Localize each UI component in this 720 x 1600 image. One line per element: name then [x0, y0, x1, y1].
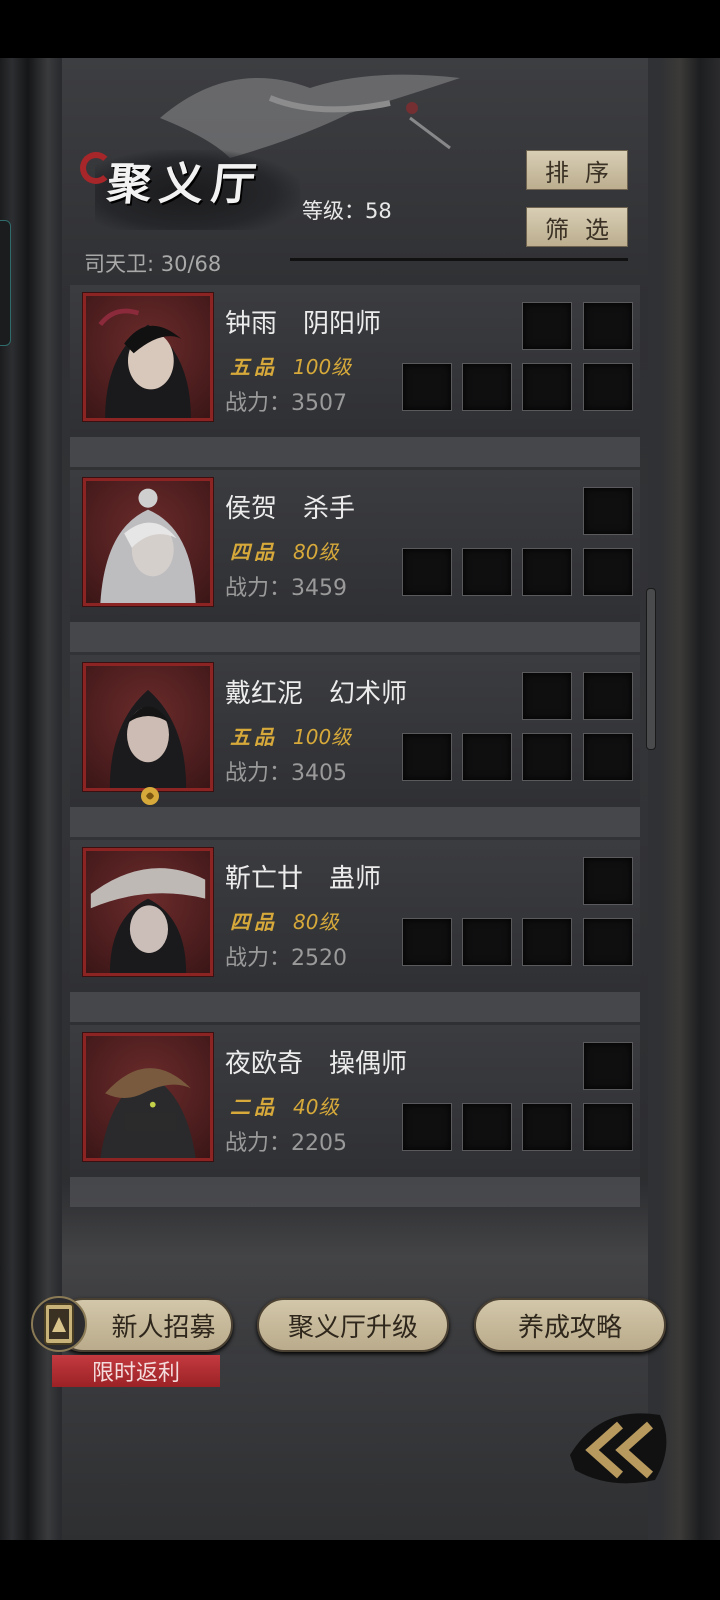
hero-grade: 四品 [230, 540, 278, 564]
hero-portrait [82, 662, 214, 792]
equip-slot[interactable] [462, 363, 512, 411]
equip-slot[interactable] [583, 302, 633, 350]
hero-portrait [82, 1032, 214, 1162]
status-bar [0, 0, 720, 58]
hero-name: 靳亡廿 蛊师 [225, 864, 382, 894]
equip-slot[interactable] [583, 548, 633, 596]
hero-level: 80级 [293, 910, 339, 934]
equip-slot[interactable] [462, 918, 512, 966]
hero-power: 战力：3507 [225, 391, 347, 416]
sort-button[interactable]: 排序 [526, 150, 628, 190]
hall-upgrade-button[interactable]: 聚义厅升级 [257, 1298, 449, 1352]
page-title: 聚义厅 [104, 159, 267, 210]
list-scrollbar[interactable] [646, 588, 656, 750]
equip-slot[interactable] [583, 487, 633, 535]
equip-slot[interactable] [402, 918, 452, 966]
side-tab[interactable] [0, 220, 11, 346]
equip-slot[interactable] [583, 363, 633, 411]
title-divider [290, 258, 628, 261]
hero-card[interactable]: 戴红泥 幻术师 五品 100级 战力：3405 [70, 655, 640, 837]
equip-slot[interactable] [522, 918, 572, 966]
hero-portrait [82, 292, 214, 422]
equip-slot[interactable] [522, 672, 572, 720]
guard-capacity: 司天卫: 30/68 [84, 252, 222, 276]
equip-slot[interactable] [402, 363, 452, 411]
hero-card[interactable]: 靳亡廿 蛊师 四品 80级 战力：2520 [70, 840, 640, 1022]
recruit-token-icon [31, 1296, 87, 1352]
hero-level: 80级 [293, 540, 339, 564]
equip-slot[interactable] [583, 733, 633, 781]
equip-slot[interactable] [583, 1103, 633, 1151]
hall-level: 等级：58 [302, 199, 392, 223]
equip-slot[interactable] [462, 733, 512, 781]
hero-power: 战力：3459 [225, 576, 347, 601]
equip-slot[interactable] [522, 1103, 572, 1151]
hero-badge-icon [141, 787, 159, 805]
equip-slot[interactable] [462, 1103, 512, 1151]
equip-slot[interactable] [583, 857, 633, 905]
equip-slot[interactable] [522, 302, 572, 350]
filter-button[interactable]: 筛选 [526, 207, 628, 247]
hero-card[interactable]: 侯贺 杀手 四品 80级 战力：3459 [70, 470, 640, 652]
equip-slot[interactable] [583, 918, 633, 966]
equip-slot[interactable] [402, 733, 452, 781]
hero-power: 战力：2520 [225, 946, 347, 971]
equip-slot[interactable] [583, 1042, 633, 1090]
hero-level: 100级 [293, 725, 352, 749]
hero-portrait [82, 477, 214, 607]
equip-slot[interactable] [402, 548, 452, 596]
equip-slot[interactable] [402, 1103, 452, 1151]
hero-name: 戴红泥 幻术师 [225, 679, 408, 709]
equip-slot[interactable] [522, 733, 572, 781]
hero-grade: 五品 [230, 725, 278, 749]
hero-name: 钟雨 阴阳师 [225, 309, 382, 339]
hero-grade: 五品 [230, 355, 278, 379]
equip-slot[interactable] [462, 548, 512, 596]
hero-power: 战力：3405 [225, 761, 347, 786]
navigation-bar [0, 1540, 720, 1600]
double-chevron-left-icon[interactable] [560, 1395, 680, 1495]
hero-name: 侯贺 杀手 [225, 494, 356, 524]
hero-portrait [82, 847, 214, 977]
hero-grade: 四品 [230, 910, 278, 934]
hero-name: 夜欧奇 操偶师 [225, 1049, 408, 1079]
hero-power: 战力：2205 [225, 1131, 347, 1156]
hero-card[interactable]: 钟雨 阴阳师 五品 100级 战力：3507 [70, 285, 640, 467]
equip-slot[interactable] [583, 672, 633, 720]
equip-slot[interactable] [522, 548, 572, 596]
training-guide-button[interactable]: 养成攻略 [474, 1298, 666, 1352]
hero-level: 40级 [293, 1095, 339, 1119]
limited-rebate-badge[interactable]: 限时返利 [52, 1355, 220, 1387]
hero-grade: 二品 [230, 1095, 278, 1119]
hero-level: 100级 [293, 355, 352, 379]
equip-slot[interactable] [522, 363, 572, 411]
